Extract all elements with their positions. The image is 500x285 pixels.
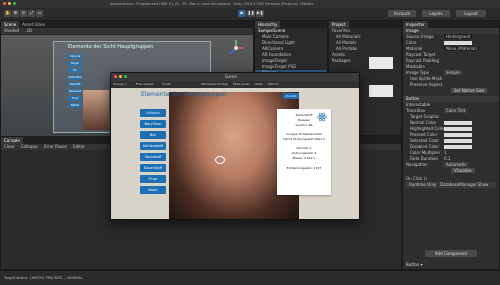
card-line-5: OZ=4 Ordnungszahl Wert 4: [283, 137, 325, 141]
transition-dropdown[interactable]: Color Tint: [444, 108, 468, 113]
game-heading: Elemente der Hauptgruppen: [141, 91, 227, 98]
play-button[interactable]: ▶: [238, 10, 246, 17]
card-line-8: Masse: 9,012 u: [292, 156, 316, 160]
rect-tool-button[interactable]: ▭: [36, 10, 43, 17]
rotate-tool-button[interactable]: ⟳: [20, 10, 27, 17]
visualize-row: Visualize: [403, 168, 499, 174]
scene-button-6[interactable]: Steuerheft: [68, 89, 82, 94]
element-button-fluor[interactable]: Fluor: [140, 175, 166, 183]
hand-tool-button[interactable]: ✋: [4, 10, 11, 17]
atom-icon: [317, 112, 327, 122]
element-button-bor[interactable]: Bor: [140, 131, 166, 139]
runtime-dropdown[interactable]: Runtime Only: [409, 182, 436, 187]
scene-button-7[interactable]: Frost: [68, 96, 82, 101]
scene-canvas-title: Elemente der Sicht Hauptgruppen: [68, 44, 154, 50]
color-swatch[interactable]: [444, 145, 472, 149]
function-dropdown[interactable]: DatabaseManager.Show: [440, 182, 488, 187]
zoom-dot[interactable]: [13, 2, 16, 5]
element-button-kohlenstoff[interactable]: Kohlenstoff: [140, 142, 166, 150]
back-button[interactable]: Zurück: [283, 93, 299, 99]
scene-tabbar: Scene Asset Store: [1, 21, 253, 28]
maximize-toggle[interactable]: Maximize On Play: [201, 82, 228, 86]
card-line-9: Entdeckungsjahr: 1797: [286, 166, 322, 170]
mute-toggle[interactable]: Mute Audio: [233, 82, 250, 86]
scene-button-3[interactable]: Bio: [68, 68, 82, 73]
title-bar: SampleScene - Projektarbeit HSNr 01_02 -…: [0, 0, 500, 8]
color-swatch[interactable]: [444, 41, 472, 45]
element-button-neon[interactable]: Neon: [140, 186, 166, 194]
set-native-size-button[interactable]: Set Native Size: [451, 88, 488, 93]
scene-photo-thumbnail: [83, 90, 109, 130]
visualize-button[interactable]: Visualize: [451, 168, 475, 173]
minimize-dot[interactable]: [119, 75, 122, 78]
scale-slider[interactable]: Scale: [162, 82, 170, 86]
scene-toolbar: Shaded 2D: [1, 28, 253, 34]
inspector-footer: Button ▾: [406, 262, 423, 267]
game-window: Game Display 1 Free Aspect Scale Maximiz…: [110, 72, 360, 220]
card-line-3: Symbol: Be: [295, 123, 313, 127]
game-view[interactable]: Elemente der Hauptgruppen Zurück Lithium…: [111, 88, 359, 219]
element-button-stickstoff[interactable]: Stickstoff: [140, 153, 166, 161]
2d-toggle[interactable]: 2D: [26, 28, 32, 33]
status-bar: Target status: LIMITED TRACKED -- NORMAL: [0, 270, 500, 285]
inspector-panel: Inspector Image Source Image Hintergrund …: [402, 20, 500, 270]
multiplier-field[interactable]: 1: [444, 150, 447, 155]
zoom-dot[interactable]: [124, 75, 127, 78]
scene-button-4[interactable]: Kaltemittel: [68, 75, 82, 80]
fade-field[interactable]: 0.1: [444, 156, 450, 161]
scale-tool-button[interactable]: ⤢: [28, 10, 35, 17]
navigation-dropdown[interactable]: Automatic: [444, 162, 469, 167]
source-image-field[interactable]: Hintergrund: [444, 34, 473, 39]
gizmos-toggle[interactable]: Gizmos: [268, 82, 279, 86]
tab-inspector[interactable]: Inspector: [403, 21, 428, 28]
game-toolbar: Display 1 Free Aspect Scale Maximize On …: [111, 81, 359, 88]
tab-scene[interactable]: Scene: [1, 21, 20, 28]
shaded-dropdown[interactable]: Shaded: [4, 28, 19, 33]
step-button[interactable]: ▶❚: [256, 10, 264, 17]
layout-dropdown[interactable]: Layout: [456, 10, 486, 17]
add-component-button[interactable]: Add Component: [425, 250, 477, 257]
account-dropdown[interactable]: Account: [388, 10, 416, 17]
layers-dropdown[interactable]: Layers: [422, 10, 450, 17]
asset-thumbnail[interactable]: [369, 57, 393, 69]
asset-thumbnail[interactable]: [369, 85, 393, 97]
color-swatch[interactable]: [444, 133, 472, 137]
stats-toggle[interactable]: Stats: [255, 82, 263, 86]
close-dot[interactable]: [114, 75, 117, 78]
pause-button[interactable]: ❚❚: [247, 10, 255, 17]
collapse-button[interactable]: Collapse: [21, 144, 38, 149]
close-dot[interactable]: [3, 2, 6, 5]
error-pause-button[interactable]: Error Pause: [44, 144, 67, 149]
color-swatch[interactable]: [444, 127, 472, 131]
native-size-button-row: Set Native Size: [403, 88, 499, 94]
scene-gizmo-icon[interactable]: [227, 39, 245, 57]
tab-console[interactable]: Console: [1, 137, 23, 144]
game-window-titlebar: Game: [111, 73, 359, 81]
window-title: SampleScene - Projektarbeit HSNr 01_02 -…: [110, 2, 314, 6]
color-swatch[interactable]: [444, 121, 472, 125]
material-field[interactable]: None (Material): [444, 46, 480, 51]
tab-asset-store[interactable]: Asset Store: [19, 21, 48, 28]
editor-dropdown[interactable]: Editor: [73, 144, 85, 149]
color-swatch[interactable]: [444, 139, 472, 143]
image-type-dropdown[interactable]: Simple: [444, 70, 462, 75]
element-button-beryllium[interactable]: Beryllium: [140, 120, 166, 128]
element-button-lithium[interactable]: Lithium: [140, 109, 166, 117]
display-dropdown[interactable]: Display 1: [113, 82, 127, 86]
status-text: Target status: LIMITED TRACKED -- NORMAL: [4, 276, 83, 280]
scene-button-2[interactable]: Bürger: [68, 61, 82, 66]
move-tool-button[interactable]: ✥: [12, 10, 19, 17]
scene-button-8[interactable]: Fallbild: [68, 103, 82, 108]
minimize-dot[interactable]: [8, 2, 11, 5]
tab-project[interactable]: Project: [329, 21, 349, 28]
game-window-title: Game: [225, 74, 237, 79]
onclick-entry: Runtime Only DatabaseManager.Show: [406, 182, 496, 188]
element-button-sauerstoff[interactable]: Sauerstoff: [140, 164, 166, 172]
clear-button[interactable]: Clear: [4, 144, 14, 149]
scene-button-1[interactable]: Lifecycle: [68, 54, 82, 59]
aspect-dropdown[interactable]: Free Aspect: [136, 82, 154, 86]
tab-hierarchy[interactable]: Hierarchy: [255, 21, 281, 28]
face-tracking-marker: [215, 156, 225, 164]
scene-button-5[interactable]: Steinheft: [68, 82, 82, 87]
